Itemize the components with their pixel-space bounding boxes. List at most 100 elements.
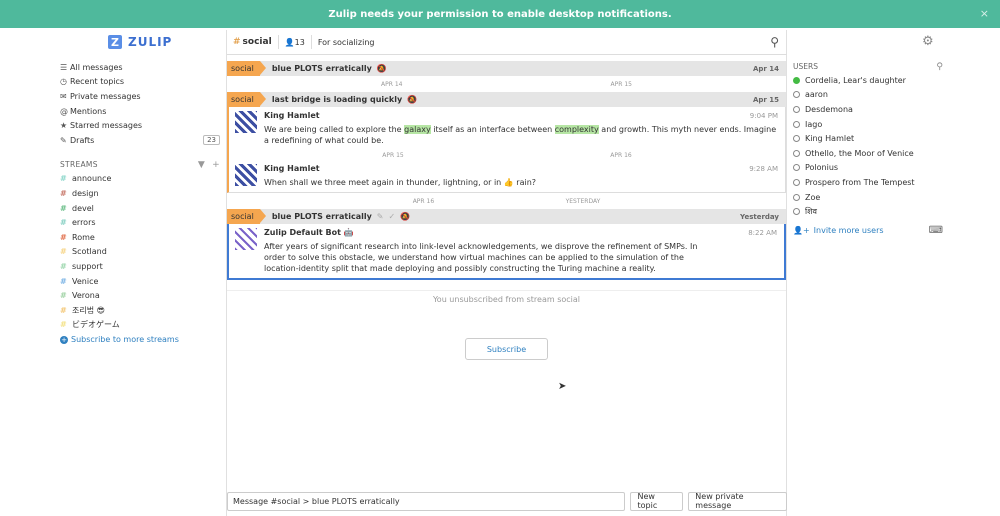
add-user-icon: 👤+ bbox=[793, 225, 810, 235]
nav-item[interactable]: ✉ Private messages bbox=[60, 89, 220, 104]
stream-item[interactable]: # support bbox=[60, 259, 220, 274]
user-item[interactable]: Polonius bbox=[793, 161, 943, 176]
keyboard-icon[interactable]: ⌨ bbox=[929, 225, 943, 236]
user-item[interactable]: Cordelia, Lear's daughter bbox=[793, 73, 943, 88]
stream-item[interactable]: # errors bbox=[60, 215, 220, 230]
bot-avatar[interactable] bbox=[235, 228, 257, 250]
sender-name[interactable]: Zulip Default Bot 🤖 bbox=[264, 228, 718, 237]
topbar-stream[interactable]: # social bbox=[227, 37, 272, 47]
user-item[interactable]: Iago bbox=[793, 117, 943, 132]
stream-item[interactable]: # announce bbox=[60, 172, 220, 187]
user-item[interactable]: King Hamlet bbox=[793, 131, 943, 146]
user-item[interactable]: Prospero from The Tempest bbox=[793, 175, 943, 190]
presence-icon bbox=[793, 149, 800, 157]
search-icon[interactable]: ⚲ bbox=[936, 62, 943, 72]
nav-item[interactable]: ◷ Recent topics bbox=[60, 75, 220, 90]
nav-label: Recent topics bbox=[70, 77, 125, 87]
message-time[interactable]: 9:28 AM bbox=[749, 165, 778, 173]
recipient-header[interactable]: social blue PLOTS erratically 🔕 Apr 14 bbox=[227, 61, 786, 76]
hash-icon: # bbox=[60, 203, 67, 213]
recipient-topic[interactable]: blue PLOTS erratically bbox=[272, 64, 372, 73]
user-item[interactable]: Zoe bbox=[793, 190, 943, 205]
mouse-cursor-icon: ➤ bbox=[558, 381, 567, 392]
stream-item[interactable]: # devel bbox=[60, 201, 220, 216]
recipient-header[interactable]: social last bridge is loading quickly 🔕 … bbox=[227, 92, 786, 107]
stream-item[interactable]: # design bbox=[60, 186, 220, 201]
recipient-topic[interactable]: blue PLOTS erratically bbox=[272, 212, 372, 221]
recipient-date: Apr 14 bbox=[752, 64, 779, 73]
count-badge: 23 bbox=[203, 135, 220, 146]
users-label: USERS bbox=[793, 62, 818, 71]
user-item[interactable]: aaron bbox=[793, 88, 943, 103]
close-icon[interactable]: × bbox=[980, 7, 989, 20]
stream-item[interactable]: # Scotland bbox=[60, 245, 220, 260]
add-stream-icon[interactable]: + bbox=[212, 160, 220, 170]
new-private-message-button[interactable]: New private message bbox=[688, 491, 787, 511]
notification-banner[interactable]: Zulip needs your permission to enable de… bbox=[0, 0, 1000, 28]
compose-input[interactable]: Message #social > blue PLOTS erratically bbox=[227, 491, 626, 511]
hash-icon: # bbox=[60, 232, 67, 242]
stream-description: For socializing bbox=[317, 37, 375, 47]
sender-name[interactable]: King Hamlet bbox=[264, 111, 779, 120]
hash-icon: # bbox=[233, 37, 241, 47]
recipient-stream[interactable]: social bbox=[227, 61, 266, 76]
check-icon[interactable]: ✓ bbox=[389, 212, 396, 221]
message-time[interactable]: 9:04 PM bbox=[750, 112, 778, 120]
user-item[interactable]: Desdemona bbox=[793, 102, 943, 117]
message-time[interactable]: 8:22 AM bbox=[748, 229, 777, 237]
mute-icon[interactable]: 🔕 bbox=[407, 95, 417, 104]
recipient-topic[interactable]: last bridge is loading quickly bbox=[272, 95, 402, 104]
stream-list: # announce # design # devel # errors # Rome # Scotl… bbox=[60, 172, 220, 333]
nav-label: All messages bbox=[70, 62, 123, 72]
message-selected[interactable]: Zulip Default Bot 🤖 After years of signi… bbox=[229, 224, 784, 278]
subscriber-count[interactable]: 👤13 bbox=[285, 38, 305, 47]
message[interactable]: King Hamlet When shall we three meet aga… bbox=[229, 160, 785, 192]
stream-item[interactable]: # Verona bbox=[60, 288, 220, 303]
recipient-stream[interactable]: social bbox=[227, 209, 266, 224]
nav-label: Mentions bbox=[70, 106, 107, 116]
stream-item[interactable]: # 조리법 😎 bbox=[60, 303, 220, 318]
left-sidebar: ☰ All messages ◷ Recent topics ✉ Private mess… bbox=[60, 60, 220, 344]
invite-more-users-link[interactable]: 👤+ Invite more users ⌨ bbox=[793, 225, 943, 236]
new-topic-button[interactable]: New topic bbox=[630, 491, 684, 511]
avatar[interactable] bbox=[235, 164, 257, 186]
message[interactable]: King Hamlet We are being called to explo… bbox=[229, 107, 785, 150]
sender-name-text: Zulip Default Bot bbox=[264, 228, 341, 237]
nav-item[interactable]: ☰ All messages bbox=[60, 60, 220, 75]
nav-icon: ☰ bbox=[60, 62, 68, 72]
subscribe-button[interactable]: Subscribe bbox=[465, 338, 548, 360]
nav-item[interactable]: @ Mentions bbox=[60, 104, 220, 119]
recipient-stream[interactable]: social bbox=[227, 92, 266, 107]
filter-icon[interactable]: ▼ bbox=[198, 160, 205, 170]
nav-item[interactable]: ★ Starred messages bbox=[60, 118, 220, 133]
user-name: Prospero from The Tempest bbox=[805, 177, 915, 187]
mute-icon[interactable]: 🔕 bbox=[400, 212, 410, 221]
edit-icon[interactable]: ✎ bbox=[377, 212, 384, 221]
stream-item[interactable]: # Rome bbox=[60, 230, 220, 245]
stream-name: Scotland bbox=[72, 247, 107, 257]
date-separator-label: APR 16 bbox=[610, 151, 632, 159]
logo-mark: Z bbox=[108, 35, 122, 49]
date-separator-label: YESTERDAY bbox=[565, 197, 601, 205]
bot-icon: 🤖 bbox=[343, 228, 354, 237]
avatar[interactable] bbox=[235, 111, 257, 133]
stream-item[interactable]: # ビデオゲーム bbox=[60, 318, 220, 333]
nav-icon: ★ bbox=[60, 121, 68, 131]
user-item[interactable]: शिव bbox=[793, 204, 943, 219]
zulip-logo[interactable]: Z ZULIP bbox=[108, 35, 172, 49]
nav-item[interactable]: ✎ Drafts 23 bbox=[60, 133, 220, 148]
user-item[interactable]: Othello, the Moor of Venice bbox=[793, 146, 943, 161]
stream-item[interactable]: # Venice bbox=[60, 274, 220, 289]
gear-icon[interactable]: ⚙ bbox=[922, 34, 934, 49]
stream-name: 조리법 😎 bbox=[72, 305, 105, 315]
mute-icon[interactable]: 🔕 bbox=[377, 64, 387, 73]
stream-name: Rome bbox=[72, 232, 95, 242]
message-text: After years of significant research into… bbox=[264, 242, 698, 273]
user-name: Cordelia, Lear's daughter bbox=[805, 75, 906, 85]
sender-name[interactable]: King Hamlet bbox=[264, 164, 536, 173]
recipient-header[interactable]: social blue PLOTS erratically ✎ ✓ 🔕 Yest… bbox=[227, 209, 786, 224]
subscribe-more-link[interactable]: + Subscribe to more streams bbox=[60, 335, 220, 344]
search-icon[interactable]: ⚲ bbox=[770, 35, 779, 49]
streams-header: STREAMS ▼ + bbox=[60, 158, 220, 172]
user-name: शिव bbox=[805, 207, 817, 217]
